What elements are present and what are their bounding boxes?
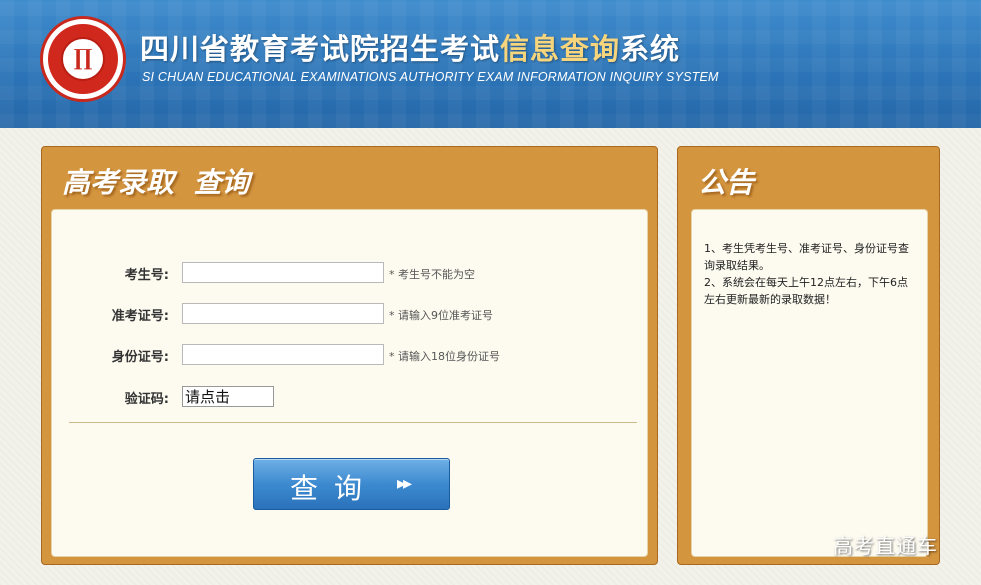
exam-number-input[interactable]	[182, 262, 384, 283]
form-row-captcha: 验证码: 请点击	[52, 386, 647, 408]
site-title: 四川省教育考试院招生考试信息查询系统	[140, 26, 680, 68]
notice-body: 1、考生凭考生号、准考证号、身份证号查询录取结果。 2、系统会在每天上午12点左…	[691, 209, 928, 557]
query-form: 考生号: * 考生号不能为空 准考证号: * 请输入9位准考证号 身份证号: *…	[51, 209, 648, 557]
exam-number-hint: * 考生号不能为空	[389, 268, 475, 281]
form-row-exam-number: 考生号: * 考生号不能为空	[52, 262, 647, 284]
id-number-hint: * 请输入18位身份证号	[389, 350, 500, 363]
notice-item: 2、系统会在每天上午12点左右，下午6点左右更新最新的录取数据！	[704, 276, 908, 306]
query-button-label: 查询	[290, 472, 379, 505]
form-row-id-number: 身份证号: * 请输入18位身份证号	[52, 344, 647, 366]
ticket-number-hint: * 请输入9位准考证号	[389, 309, 493, 322]
site-header: ∏ 四川省教育考试院招生考试信息查询系统 SI CHUAN EDUCATIONA…	[0, 0, 981, 128]
notice-list: 1、考生凭考生号、准考证号、身份证号查询录取结果。 2、系统会在每天上午12点左…	[704, 240, 918, 308]
id-number-input[interactable]	[182, 344, 384, 365]
captcha-label: 验证码:	[124, 392, 169, 407]
watermark: 高考直通车	[833, 534, 938, 558]
ticket-number-label: 准考证号:	[111, 309, 169, 324]
notice-panel: 公告 1、考生凭考生号、准考证号、身份证号查询录取结果。 2、系统会在每天上午1…	[677, 146, 940, 565]
site-title-tail: 系统	[620, 32, 681, 66]
captcha-box[interactable]: 请点击	[182, 386, 274, 407]
exam-number-label: 考生号:	[124, 268, 169, 283]
form-row-ticket-number: 准考证号: * 请输入9位准考证号	[52, 303, 647, 325]
logo-glyph: ∏	[73, 45, 93, 71]
site-title-highlight: 信息查询	[500, 32, 621, 66]
query-panel-title: 高考录取 查询	[62, 166, 250, 199]
id-number-label: 身份证号:	[111, 350, 169, 365]
seal-logo-icon: ∏	[40, 16, 126, 102]
notice-item: 1、考生凭考生号、准考证号、身份证号查询录取结果。	[704, 242, 909, 272]
ticket-number-input[interactable]	[182, 303, 384, 324]
notice-panel-title: 公告	[698, 166, 755, 199]
site-title-english: SI CHUAN EDUCATIONAL EXAMINATIONS AUTHOR…	[142, 70, 719, 84]
double-chevron-right-icon: ▸▸	[397, 473, 412, 494]
query-panel: 高考录取 查询 考生号: * 考生号不能为空 准考证号: * 请输入9位准考证号…	[41, 146, 658, 565]
form-divider	[69, 422, 637, 423]
query-button[interactable]: 查询 ▸▸	[253, 458, 450, 510]
site-title-main: 四川省教育考试院招生考试	[140, 32, 501, 66]
